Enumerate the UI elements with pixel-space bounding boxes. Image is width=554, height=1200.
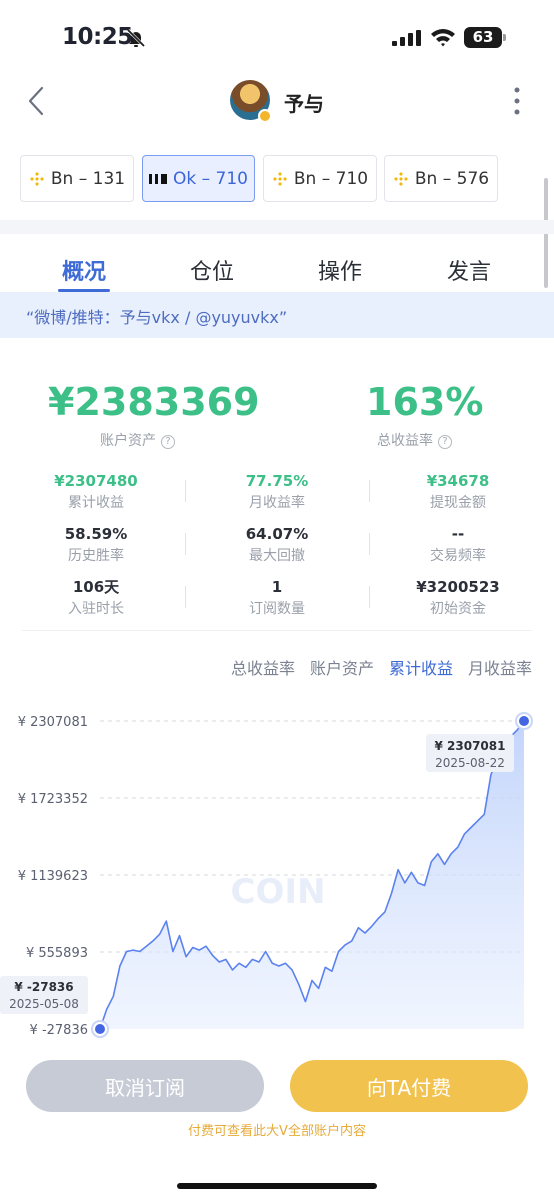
pay-button[interactable]: 向TA付费 bbox=[290, 1060, 528, 1112]
end-point-dot bbox=[519, 716, 529, 726]
stat-divider bbox=[369, 586, 370, 608]
section-divider bbox=[22, 630, 532, 631]
account-assets-label-text: 账户资产 bbox=[100, 433, 156, 449]
y-tick-label: ¥ 555893 bbox=[26, 946, 88, 961]
y-tick-label: ¥ 1139623 bbox=[18, 869, 88, 884]
wifi-icon bbox=[431, 29, 455, 47]
back-chevron-icon[interactable] bbox=[26, 86, 46, 116]
exchange-chip-bn-131[interactable]: Bn – 131 bbox=[20, 155, 134, 202]
tab-posts[interactable]: 发言 bbox=[447, 254, 491, 286]
bio-banner: “微博/推特：予与vkx / @yuyuvkx” bbox=[0, 292, 554, 338]
stat-win-rate: 58.59% 历史胜率 bbox=[4, 523, 188, 567]
stat-label: 初始资金 bbox=[430, 601, 486, 617]
okx-icon bbox=[149, 173, 167, 184]
status-time: 10:25 bbox=[62, 24, 133, 50]
verified-badge-icon bbox=[258, 109, 272, 123]
stat-days-joined: 106天 入驻时长 bbox=[4, 576, 188, 620]
stat-value: ¥2307480 bbox=[54, 472, 138, 490]
stat-value: -- bbox=[451, 525, 465, 543]
stat-label: 交易频率 bbox=[430, 548, 486, 564]
end-tooltip-value: ¥ 2307081 bbox=[435, 739, 506, 753]
help-icon[interactable]: ? bbox=[438, 435, 452, 449]
exchange-chip-bn-710[interactable]: Bn – 710 bbox=[263, 155, 377, 202]
exchange-chip-label: Ok – 710 bbox=[173, 168, 248, 189]
stat-label: 提现金额 bbox=[430, 495, 486, 511]
stat-label: 订阅数量 bbox=[249, 601, 305, 617]
bell-muted-icon bbox=[126, 28, 146, 48]
stat-initial-capital: ¥3200523 初始资金 bbox=[366, 576, 550, 620]
tab-overview[interactable]: 概况 bbox=[62, 254, 106, 286]
stat-value: ¥3200523 bbox=[416, 578, 500, 596]
tab-operations[interactable]: 操作 bbox=[318, 254, 362, 286]
binance-icon bbox=[272, 171, 287, 186]
section-divider bbox=[0, 220, 554, 234]
signal-icon bbox=[392, 30, 421, 46]
stat-withdrawal-amount: ¥34678 提现金额 bbox=[366, 470, 550, 514]
chart-tab-monthly-return[interactable]: 月收益率 bbox=[468, 655, 532, 679]
bio-text: “微博/推特：予与vkx / @yuyuvkx” bbox=[26, 308, 288, 327]
tab-positions[interactable]: 仓位 bbox=[190, 254, 234, 286]
stat-divider bbox=[185, 480, 186, 502]
exchange-chip-label: Bn – 131 bbox=[50, 168, 126, 189]
exchange-chip-bn-576[interactable]: Bn – 576 bbox=[384, 155, 498, 202]
start-tooltip-date: 2025-05-08 bbox=[9, 997, 79, 1011]
stat-divider bbox=[369, 533, 370, 555]
help-icon[interactable]: ? bbox=[161, 435, 175, 449]
tab-bar: 概况 仓位 操作 发言 bbox=[0, 236, 554, 292]
binance-icon bbox=[393, 171, 408, 186]
total-return-value: 163% bbox=[366, 380, 484, 424]
chart-metric-tabs: 总收益率 账户资产 累计收益 月收益率 bbox=[231, 655, 532, 679]
start-point-dot bbox=[95, 1024, 105, 1034]
stat-label: 入驻时长 bbox=[68, 601, 124, 617]
home-indicator bbox=[177, 1183, 377, 1189]
stat-label: 月收益率 bbox=[249, 495, 305, 511]
chart-tab-total-return[interactable]: 总收益率 bbox=[231, 655, 295, 679]
stat-divider bbox=[369, 480, 370, 502]
exchange-chip-label: Bn – 710 bbox=[293, 168, 369, 189]
status-bar: 10:25 63 bbox=[0, 0, 554, 72]
battery-icon: 63 bbox=[464, 27, 506, 48]
unsubscribe-button[interactable]: 取消订阅 bbox=[26, 1060, 264, 1112]
stat-trade-frequency: -- 交易频率 bbox=[366, 523, 550, 567]
stat-max-drawdown: 64.07% 最大回撤 bbox=[185, 523, 369, 567]
y-tick-label: ¥ 1723352 bbox=[18, 792, 88, 807]
stat-cumulative-profit: ¥2307480 累计收益 bbox=[4, 470, 188, 514]
stat-value: 64.07% bbox=[245, 525, 309, 543]
stat-value: 106天 bbox=[72, 578, 120, 596]
stat-value: 77.75% bbox=[245, 472, 309, 490]
stat-label: 最大回撤 bbox=[249, 548, 305, 564]
more-options-icon[interactable] bbox=[512, 86, 522, 116]
stat-divider bbox=[185, 586, 186, 608]
binance-icon bbox=[29, 171, 44, 186]
stats-grid: ¥2307480 累计收益 77.75% 月收益率 ¥34678 提现金额 58… bbox=[0, 470, 554, 620]
chart-tab-cumulative-profit[interactable]: 累计收益 bbox=[389, 655, 453, 679]
exchange-chip-label: Bn – 576 bbox=[414, 168, 490, 189]
pay-hint: 付费可查看此大V全部账户内容 bbox=[188, 1124, 366, 1139]
end-tooltip-date: 2025-08-22 bbox=[435, 756, 505, 770]
stat-value: 58.59% bbox=[64, 525, 128, 543]
nav-header: 予与 bbox=[0, 72, 554, 132]
stat-value: ¥34678 bbox=[426, 472, 490, 490]
battery-level: 63 bbox=[472, 28, 494, 46]
chart-watermark: COIN bbox=[231, 872, 326, 912]
exchange-chip-ok-710[interactable]: Ok – 710 bbox=[142, 155, 255, 202]
y-tick-label: ¥ -27836 bbox=[30, 1023, 88, 1038]
stat-subscriptions: 1 订阅数量 bbox=[185, 576, 369, 620]
cumulative-profit-chart: ¥ 2307081 ¥ 1723352 ¥ 1139623 ¥ 555893 ¥ -27… bbox=[0, 712, 533, 1038]
total-return-label: 总收益率? bbox=[377, 430, 452, 450]
account-assets-value: ¥2383369 bbox=[48, 380, 260, 424]
stat-value: 1 bbox=[271, 578, 283, 596]
stat-monthly-return: 77.75% 月收益率 bbox=[185, 470, 369, 514]
stat-label: 历史胜率 bbox=[68, 548, 124, 564]
stat-label: 累计收益 bbox=[68, 495, 124, 511]
account-assets-label: 账户资产? bbox=[100, 430, 175, 450]
start-tooltip-value: ¥ -27836 bbox=[14, 980, 73, 994]
stat-divider bbox=[185, 533, 186, 555]
chart-tab-account-assets[interactable]: 账户资产 bbox=[310, 655, 374, 679]
y-tick-label: ¥ 2307081 bbox=[18, 715, 88, 730]
total-return-label-text: 总收益率 bbox=[377, 433, 433, 449]
page-title: 予与 bbox=[284, 92, 324, 116]
